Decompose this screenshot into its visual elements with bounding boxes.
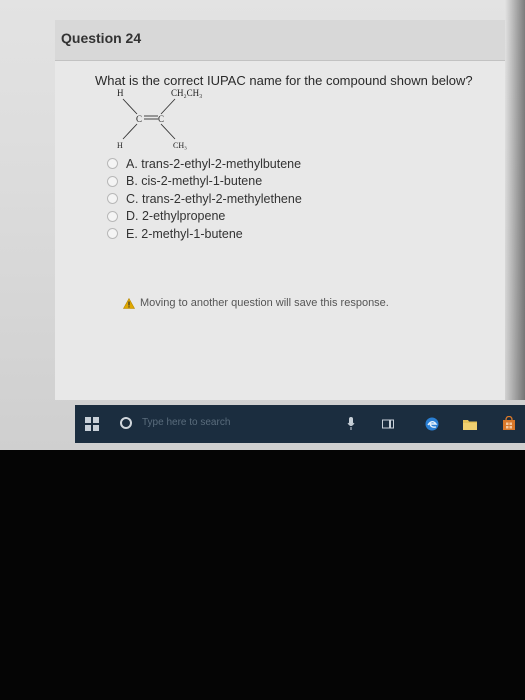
- edge-browser-icon[interactable]: [425, 417, 439, 431]
- task-view-icon[interactable]: [382, 418, 394, 430]
- molecule-top-right: CH₂CH₃: [171, 88, 202, 98]
- option-b-label: B. cis-2-methyl-1-butene: [126, 174, 263, 189]
- question-panel: Question 24 What is the correct IUPAC na…: [55, 20, 505, 400]
- save-warning: Moving to another question will save thi…: [123, 297, 389, 309]
- radio-option-b[interactable]: [107, 175, 118, 187]
- molecule-bottom-right: CH₃: [173, 141, 187, 150]
- screen: Question 24 What is the correct IUPAC na…: [0, 0, 525, 450]
- option-c-label: C. trans-2-ethyl-2-methylethene: [126, 191, 302, 206]
- option-e[interactable]: E. 2-methyl-1-butene: [107, 225, 302, 243]
- cortana-icon[interactable]: [120, 417, 132, 429]
- warning-text: Moving to another question will save thi…: [140, 297, 389, 309]
- molecule-right-carbon: C: [158, 114, 164, 124]
- radio-option-c[interactable]: [107, 193, 118, 205]
- answer-options: A. trans-2-ethyl-2-methylbutene B. cis-2…: [107, 155, 302, 243]
- option-a-label: A. trans-2-ethyl-2-methylbutene: [126, 156, 302, 171]
- radio-option-d[interactable]: [107, 210, 118, 222]
- bond-top-left: [122, 98, 138, 115]
- warning-icon: [123, 297, 135, 309]
- bond-bottom-right: [160, 123, 176, 140]
- microphone-icon[interactable]: [347, 417, 355, 430]
- taskbar: Type here to search: [75, 405, 525, 443]
- radio-option-e[interactable]: [107, 228, 118, 240]
- molecule-bottom-left: H: [117, 141, 123, 150]
- radio-option-a[interactable]: [107, 158, 118, 170]
- option-c[interactable]: C. trans-2-ethyl-2-methylethene: [107, 190, 302, 208]
- windows-start-icon[interactable]: [85, 417, 99, 431]
- option-a[interactable]: A. trans-2-ethyl-2-methylbutene: [107, 155, 302, 173]
- store-icon[interactable]: [502, 416, 516, 430]
- bond-top-right: [160, 98, 176, 115]
- taskbar-search-input[interactable]: Type here to search: [142, 417, 230, 428]
- bond-bottom-left: [122, 123, 138, 140]
- option-b[interactable]: B. cis-2-methyl-1-butene: [107, 173, 302, 191]
- file-explorer-icon[interactable]: [463, 418, 477, 430]
- molecule-top-left: H: [117, 88, 124, 98]
- option-d-label: D. 2-ethylpropene: [126, 209, 226, 224]
- option-d[interactable]: D. 2-ethylpropene: [107, 208, 302, 226]
- option-e-label: E. 2-methyl-1-butene: [126, 226, 243, 241]
- question-header: Question 24: [55, 20, 505, 61]
- question-title: Question 24: [61, 30, 142, 46]
- molecule-left-carbon: C: [136, 114, 142, 124]
